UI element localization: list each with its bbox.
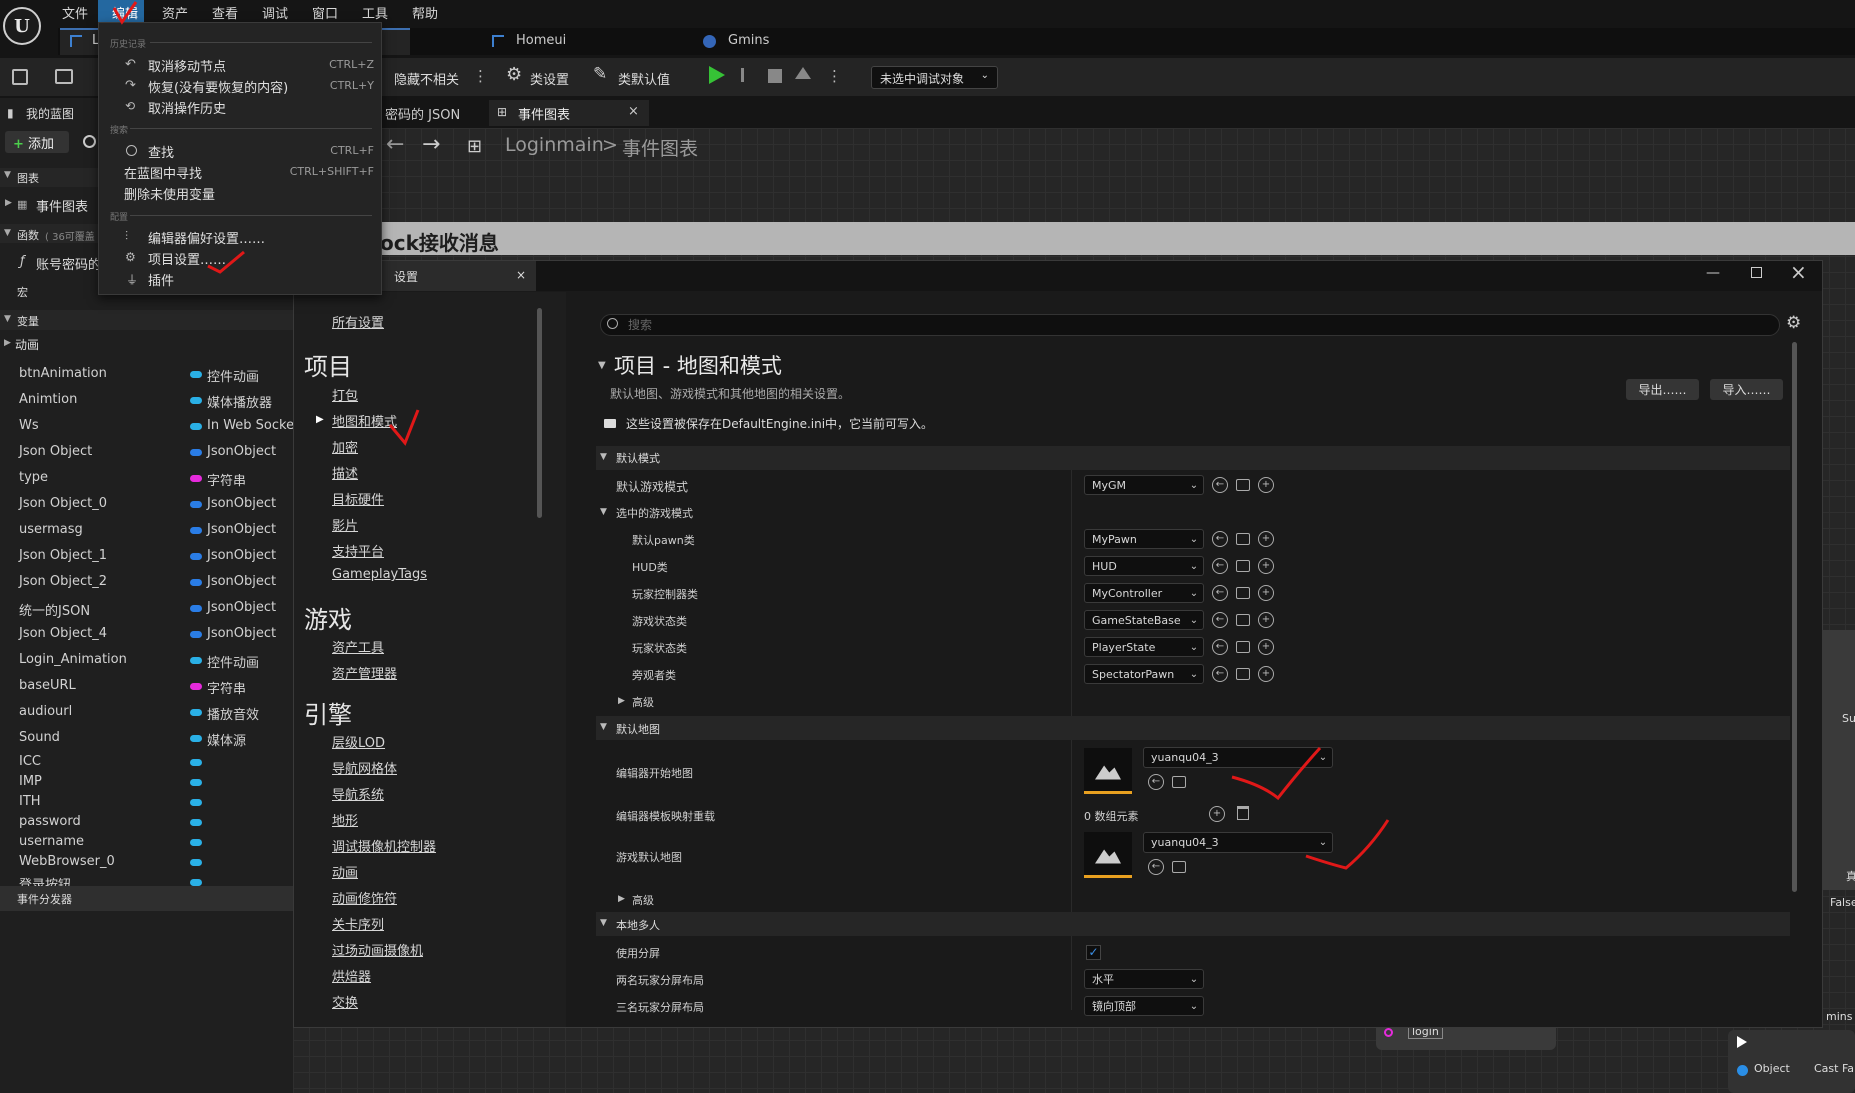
- annotation-check-game-map: [1305, 819, 1390, 870]
- annotation-check-edit: [112, 1, 138, 25]
- annotation-marks: [112, 1, 1390, 870]
- annotation-check-project-settings: [207, 250, 245, 274]
- annotation-check-editor-map: [1231, 746, 1322, 801]
- annotation-check-maps-modes: [388, 409, 420, 446]
